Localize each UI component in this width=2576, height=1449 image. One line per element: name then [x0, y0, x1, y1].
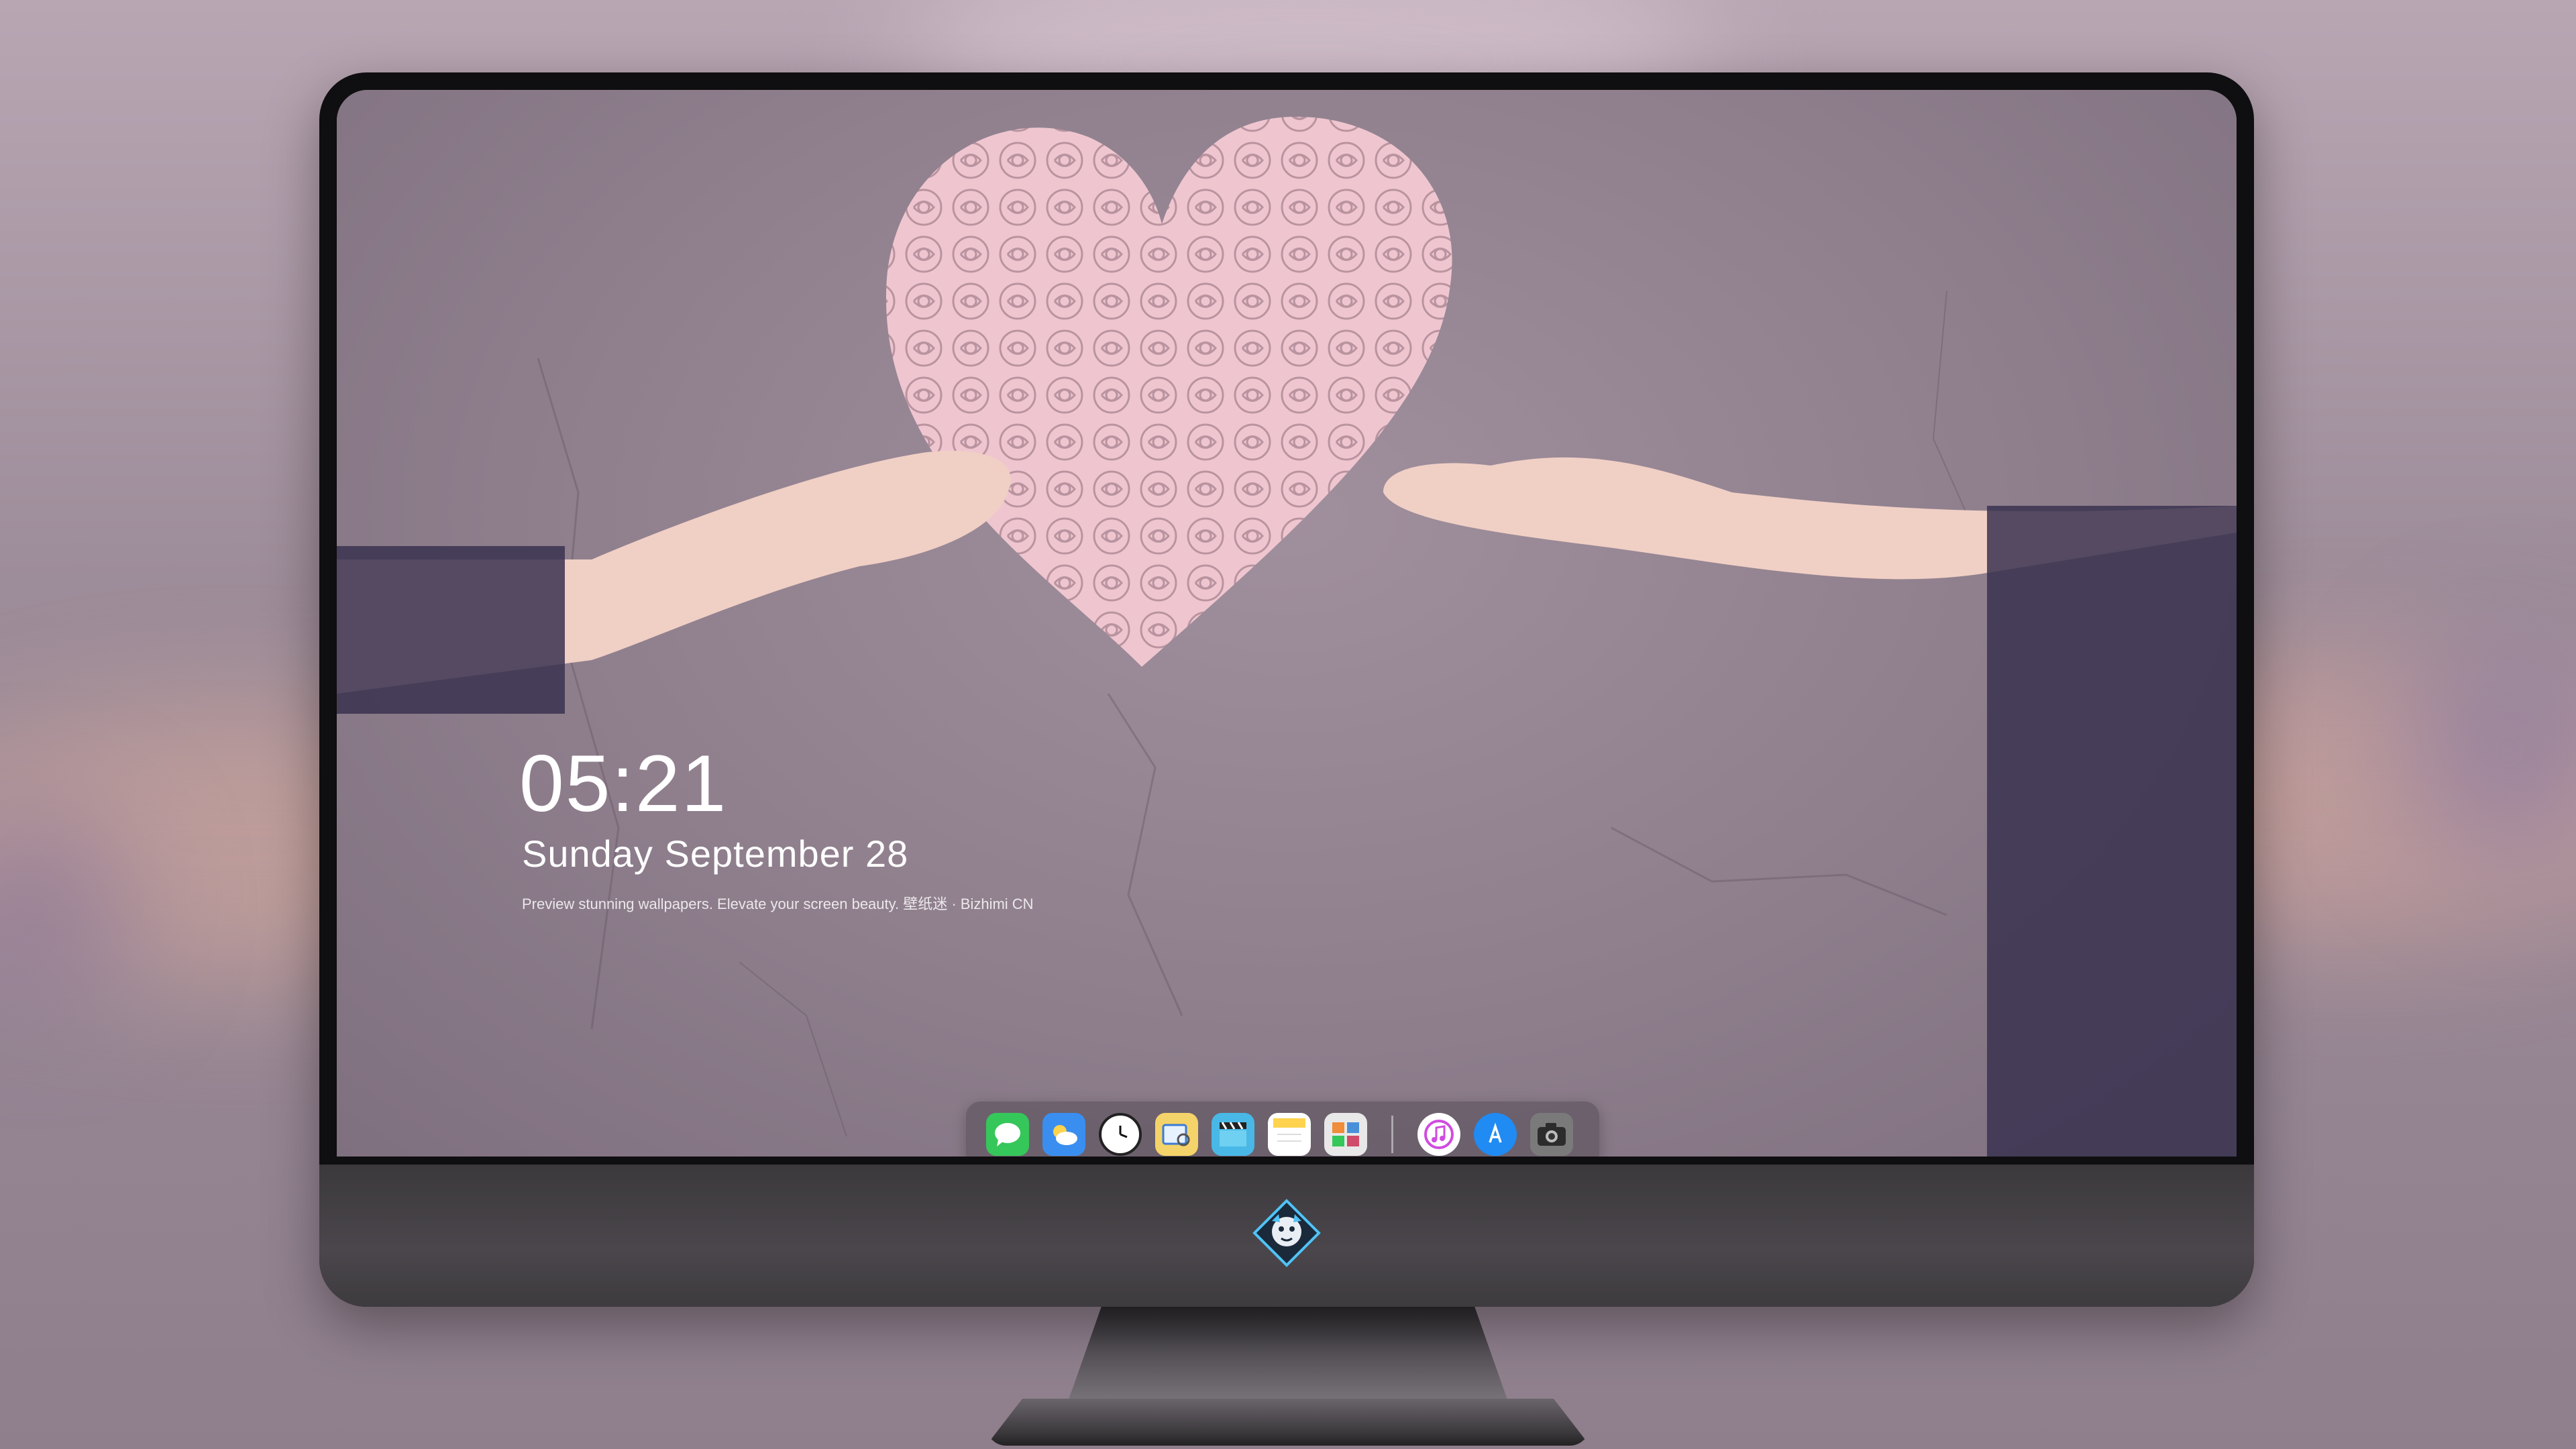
monitor: 05:21 Sunday September 28 Preview stunni… [319, 72, 2254, 1307]
desktop-screen: 05:21 Sunday September 28 Preview stunni… [337, 90, 2237, 1157]
weather-icon[interactable] [1042, 1113, 1085, 1156]
lock-clock: 05:21 [519, 739, 728, 828]
monitor-stand-base [986, 1399, 1590, 1446]
dragon-mascot-logo [1252, 1199, 1321, 1267]
camera-icon[interactable] [1530, 1113, 1573, 1156]
wallpaper-tagline: Preview stunning wallpapers. Elevate you… [522, 896, 1034, 912]
heart-artwork [337, 117, 2237, 1157]
clips-icon[interactable] [1212, 1113, 1254, 1156]
messages-icon[interactable] [986, 1113, 1029, 1156]
preview-icon[interactable] [1155, 1113, 1198, 1156]
rose-heart [885, 117, 1452, 667]
clock-icon[interactable] [1099, 1113, 1142, 1156]
left-sleeve [337, 546, 565, 714]
notes-icon[interactable] [1268, 1113, 1311, 1156]
photo-browser-icon[interactable] [1324, 1113, 1367, 1156]
monitor-stand-neck [1067, 1305, 1509, 1405]
right-shirt [1987, 506, 2237, 1157]
monitor-chin [319, 1165, 2254, 1307]
lock-date: Sunday September 28 [522, 833, 909, 875]
dock-separator [1391, 1116, 1393, 1153]
dock [966, 1102, 1599, 1157]
itunes-icon[interactable] [1417, 1113, 1460, 1156]
app-store-icon[interactable] [1474, 1113, 1517, 1156]
